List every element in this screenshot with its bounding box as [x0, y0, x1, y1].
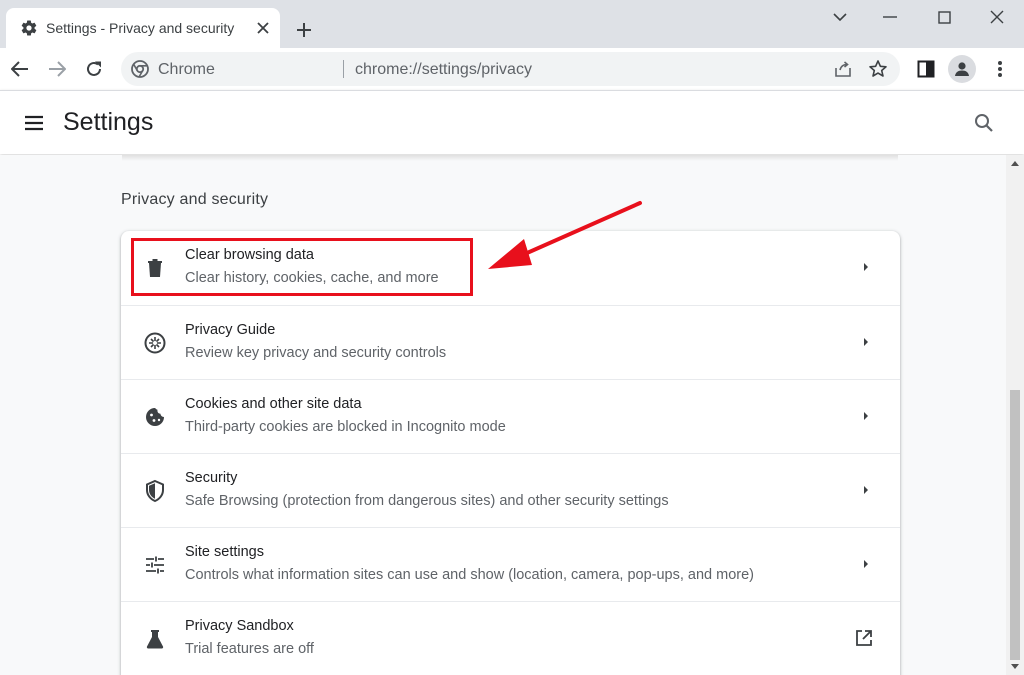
back-button[interactable] [7, 56, 33, 82]
compass-icon [144, 332, 166, 354]
row-subtitle: Safe Browsing (protection from dangerous… [185, 493, 669, 509]
divider [343, 60, 344, 78]
row-security[interactable]: Security Safe Browsing (protection from … [121, 453, 900, 527]
arrow-right-icon [49, 61, 66, 77]
tab-strip: Settings - Privacy and security [0, 0, 1024, 48]
search-icon[interactable] [972, 111, 996, 135]
flask-icon [146, 630, 164, 649]
row-subtitle: Trial features are off [185, 641, 314, 657]
row-subtitle: Controls what information sites can use … [185, 567, 755, 583]
open-external-icon[interactable] [854, 628, 874, 648]
section-title: Privacy and security [121, 191, 269, 208]
row-site-settings[interactable]: Site settings Controls what information … [121, 527, 900, 601]
privacy-card: Clear browsing data Clear history, cooki… [121, 231, 900, 675]
star-icon[interactable] [868, 59, 888, 79]
maximize-icon [937, 10, 951, 24]
chevron-down-icon [833, 12, 847, 21]
divider [122, 155, 898, 161]
more-menu-button[interactable] [988, 57, 1012, 81]
annotation-highlight-box [131, 238, 473, 296]
person-icon [955, 62, 969, 76]
tab-search-button[interactable] [828, 6, 852, 28]
forward-button[interactable] [44, 56, 70, 82]
new-tab-button[interactable] [292, 18, 316, 42]
scrollbar[interactable] [1006, 155, 1024, 675]
menu-icon[interactable] [22, 111, 46, 135]
url-text[interactable]: chrome://settings/privacy [355, 61, 532, 79]
maximize-button[interactable] [932, 6, 956, 28]
site-label: Chrome [158, 61, 215, 78]
plus-icon [297, 23, 311, 37]
annotation-arrow [488, 201, 642, 269]
chevron-right-icon [864, 560, 868, 568]
side-panel-button[interactable] [914, 57, 938, 81]
reload-button[interactable] [81, 56, 107, 82]
triangle-up-icon[interactable] [1010, 159, 1020, 167]
chevron-right-icon [864, 338, 868, 346]
row-title: Site settings [185, 544, 264, 560]
row-title: Cookies and other site data [185, 396, 362, 412]
more-vert-icon [998, 61, 1002, 77]
row-privacy-sandbox[interactable]: Privacy Sandbox Trial features are off [121, 601, 900, 675]
minimize-icon [883, 16, 897, 18]
profile-button[interactable] [948, 55, 976, 83]
tab-settings[interactable]: Settings - Privacy and security [6, 8, 280, 48]
browser-toolbar: Chrome chrome://settings/privacy [0, 48, 1024, 90]
row-cookies[interactable]: Cookies and other site data Third-party … [121, 379, 900, 453]
share-icon[interactable] [833, 59, 853, 79]
chevron-right-icon [864, 263, 868, 271]
row-subtitle: Third-party cookies are blocked in Incog… [185, 419, 506, 435]
reload-icon [87, 61, 101, 76]
tab-title: Settings - Privacy and security [46, 20, 235, 36]
chevron-right-icon [864, 486, 868, 494]
scrollbar-thumb[interactable] [1010, 390, 1020, 660]
row-title: Security [185, 470, 238, 486]
gear-icon [21, 20, 37, 36]
chrome-icon [131, 60, 149, 78]
tune-icon [146, 556, 164, 574]
triangle-down-icon[interactable] [1010, 663, 1020, 671]
cookie-icon [146, 408, 164, 426]
close-icon[interactable] [254, 19, 272, 37]
row-privacy-guide[interactable]: Privacy Guide Review key privacy and sec… [121, 305, 900, 379]
close-icon [990, 10, 1004, 24]
row-title: Privacy Sandbox [185, 618, 294, 634]
page-title: Settings [63, 108, 154, 136]
minimize-button[interactable] [878, 6, 902, 28]
side-panel-icon [917, 60, 935, 78]
shield-icon [146, 479, 164, 503]
row-subtitle: Review key privacy and security controls [185, 345, 447, 361]
close-window-button[interactable] [985, 6, 1009, 28]
row-title: Privacy Guide [185, 322, 276, 338]
settings-header: Settings [0, 90, 1024, 154]
address-bar[interactable]: Chrome chrome://settings/privacy [121, 52, 900, 86]
chevron-right-icon [864, 412, 868, 420]
arrow-left-icon [11, 61, 28, 77]
